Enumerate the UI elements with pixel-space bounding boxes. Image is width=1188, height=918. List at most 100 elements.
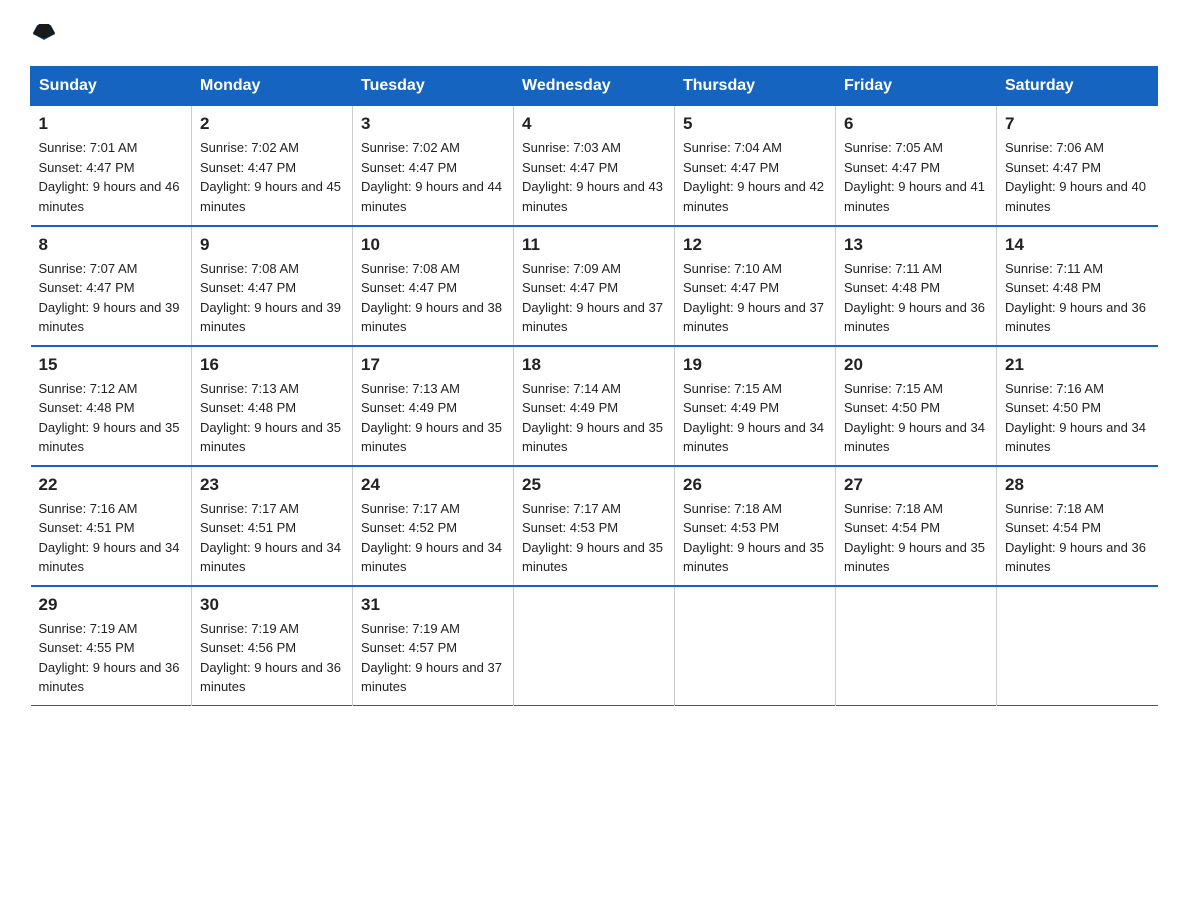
calendar-cell: 27 Sunrise: 7:18 AMSunset: 4:54 PMDaylig… [836, 466, 997, 586]
calendar-cell: 16 Sunrise: 7:13 AMSunset: 4:48 PMDaylig… [192, 346, 353, 466]
day-number: 5 [683, 114, 827, 134]
day-info: Sunrise: 7:03 AMSunset: 4:47 PMDaylight:… [522, 138, 666, 216]
calendar-cell: 8 Sunrise: 7:07 AMSunset: 4:47 PMDayligh… [31, 226, 192, 346]
day-number: 28 [1005, 475, 1150, 495]
calendar-cell: 12 Sunrise: 7:10 AMSunset: 4:47 PMDaylig… [675, 226, 836, 346]
day-info: Sunrise: 7:18 AMSunset: 4:54 PMDaylight:… [844, 499, 988, 577]
day-info: Sunrise: 7:13 AMSunset: 4:48 PMDaylight:… [200, 379, 344, 457]
calendar-cell: 22 Sunrise: 7:16 AMSunset: 4:51 PMDaylig… [31, 466, 192, 586]
day-info: Sunrise: 7:11 AMSunset: 4:48 PMDaylight:… [1005, 259, 1150, 337]
day-info: Sunrise: 7:16 AMSunset: 4:51 PMDaylight:… [39, 499, 184, 577]
day-info: Sunrise: 7:12 AMSunset: 4:48 PMDaylight:… [39, 379, 184, 457]
calendar-header: Sunday Monday Tuesday Wednesday Thursday… [31, 67, 1158, 106]
day-info: Sunrise: 7:15 AMSunset: 4:50 PMDaylight:… [844, 379, 988, 457]
day-number: 30 [200, 595, 344, 615]
calendar-cell: 11 Sunrise: 7:09 AMSunset: 4:47 PMDaylig… [514, 226, 675, 346]
col-sunday: Sunday [31, 67, 192, 106]
day-number: 26 [683, 475, 827, 495]
day-info: Sunrise: 7:18 AMSunset: 4:53 PMDaylight:… [683, 499, 827, 577]
calendar-cell: 23 Sunrise: 7:17 AMSunset: 4:51 PMDaylig… [192, 466, 353, 586]
day-number: 1 [39, 114, 184, 134]
calendar-cell: 10 Sunrise: 7:08 AMSunset: 4:47 PMDaylig… [353, 226, 514, 346]
col-tuesday: Tuesday [353, 67, 514, 106]
day-info: Sunrise: 7:13 AMSunset: 4:49 PMDaylight:… [361, 379, 505, 457]
day-info: Sunrise: 7:06 AMSunset: 4:47 PMDaylight:… [1005, 138, 1150, 216]
day-info: Sunrise: 7:15 AMSunset: 4:49 PMDaylight:… [683, 379, 827, 457]
day-number: 18 [522, 355, 666, 375]
calendar-cell [997, 586, 1158, 706]
calendar-cell: 9 Sunrise: 7:08 AMSunset: 4:47 PMDayligh… [192, 226, 353, 346]
logo [30, 20, 55, 46]
calendar-table: Sunday Monday Tuesday Wednesday Thursday… [30, 66, 1158, 706]
calendar-cell: 24 Sunrise: 7:17 AMSunset: 4:52 PMDaylig… [353, 466, 514, 586]
calendar-cell: 19 Sunrise: 7:15 AMSunset: 4:49 PMDaylig… [675, 346, 836, 466]
day-number: 17 [361, 355, 505, 375]
day-info: Sunrise: 7:02 AMSunset: 4:47 PMDaylight:… [200, 138, 344, 216]
calendar-cell: 13 Sunrise: 7:11 AMSunset: 4:48 PMDaylig… [836, 226, 997, 346]
day-number: 6 [844, 114, 988, 134]
calendar-cell: 31 Sunrise: 7:19 AMSunset: 4:57 PMDaylig… [353, 586, 514, 706]
day-info: Sunrise: 7:17 AMSunset: 4:53 PMDaylight:… [522, 499, 666, 577]
calendar-week-2: 8 Sunrise: 7:07 AMSunset: 4:47 PMDayligh… [31, 226, 1158, 346]
day-info: Sunrise: 7:08 AMSunset: 4:47 PMDaylight:… [200, 259, 344, 337]
col-friday: Friday [836, 67, 997, 106]
col-wednesday: Wednesday [514, 67, 675, 106]
day-info: Sunrise: 7:04 AMSunset: 4:47 PMDaylight:… [683, 138, 827, 216]
calendar-cell: 25 Sunrise: 7:17 AMSunset: 4:53 PMDaylig… [514, 466, 675, 586]
day-number: 21 [1005, 355, 1150, 375]
calendar-cell [675, 586, 836, 706]
day-number: 7 [1005, 114, 1150, 134]
day-info: Sunrise: 7:19 AMSunset: 4:56 PMDaylight:… [200, 619, 344, 697]
day-info: Sunrise: 7:05 AMSunset: 4:47 PMDaylight:… [844, 138, 988, 216]
day-info: Sunrise: 7:17 AMSunset: 4:51 PMDaylight:… [200, 499, 344, 577]
day-info: Sunrise: 7:14 AMSunset: 4:49 PMDaylight:… [522, 379, 666, 457]
day-number: 9 [200, 235, 344, 255]
calendar-week-1: 1 Sunrise: 7:01 AMSunset: 4:47 PMDayligh… [31, 106, 1158, 226]
day-info: Sunrise: 7:19 AMSunset: 4:57 PMDaylight:… [361, 619, 505, 697]
header-row: Sunday Monday Tuesday Wednesday Thursday… [31, 67, 1158, 106]
day-number: 2 [200, 114, 344, 134]
calendar-cell: 14 Sunrise: 7:11 AMSunset: 4:48 PMDaylig… [997, 226, 1158, 346]
day-info: Sunrise: 7:01 AMSunset: 4:47 PMDaylight:… [39, 138, 184, 216]
calendar-cell: 26 Sunrise: 7:18 AMSunset: 4:53 PMDaylig… [675, 466, 836, 586]
day-number: 10 [361, 235, 505, 255]
col-thursday: Thursday [675, 67, 836, 106]
day-number: 14 [1005, 235, 1150, 255]
calendar-cell: 5 Sunrise: 7:04 AMSunset: 4:47 PMDayligh… [675, 106, 836, 226]
calendar-body: 1 Sunrise: 7:01 AMSunset: 4:47 PMDayligh… [31, 106, 1158, 706]
day-number: 13 [844, 235, 988, 255]
day-info: Sunrise: 7:09 AMSunset: 4:47 PMDaylight:… [522, 259, 666, 337]
day-number: 25 [522, 475, 666, 495]
calendar-cell: 28 Sunrise: 7:18 AMSunset: 4:54 PMDaylig… [997, 466, 1158, 586]
day-number: 15 [39, 355, 184, 375]
calendar-week-3: 15 Sunrise: 7:12 AMSunset: 4:48 PMDaylig… [31, 346, 1158, 466]
day-number: 27 [844, 475, 988, 495]
page-header [30, 20, 1158, 46]
day-number: 23 [200, 475, 344, 495]
calendar-cell: 7 Sunrise: 7:06 AMSunset: 4:47 PMDayligh… [997, 106, 1158, 226]
day-number: 12 [683, 235, 827, 255]
day-info: Sunrise: 7:17 AMSunset: 4:52 PMDaylight:… [361, 499, 505, 577]
day-number: 31 [361, 595, 505, 615]
day-info: Sunrise: 7:11 AMSunset: 4:48 PMDaylight:… [844, 259, 988, 337]
day-number: 8 [39, 235, 184, 255]
calendar-cell: 30 Sunrise: 7:19 AMSunset: 4:56 PMDaylig… [192, 586, 353, 706]
calendar-cell: 17 Sunrise: 7:13 AMSunset: 4:49 PMDaylig… [353, 346, 514, 466]
calendar-cell: 29 Sunrise: 7:19 AMSunset: 4:55 PMDaylig… [31, 586, 192, 706]
calendar-week-5: 29 Sunrise: 7:19 AMSunset: 4:55 PMDaylig… [31, 586, 1158, 706]
calendar-cell: 15 Sunrise: 7:12 AMSunset: 4:48 PMDaylig… [31, 346, 192, 466]
day-info: Sunrise: 7:08 AMSunset: 4:47 PMDaylight:… [361, 259, 505, 337]
day-number: 4 [522, 114, 666, 134]
day-info: Sunrise: 7:10 AMSunset: 4:47 PMDaylight:… [683, 259, 827, 337]
col-monday: Monday [192, 67, 353, 106]
day-number: 11 [522, 235, 666, 255]
logo-arrow-icon [33, 20, 55, 42]
day-info: Sunrise: 7:16 AMSunset: 4:50 PMDaylight:… [1005, 379, 1150, 457]
col-saturday: Saturday [997, 67, 1158, 106]
calendar-cell: 2 Sunrise: 7:02 AMSunset: 4:47 PMDayligh… [192, 106, 353, 226]
day-number: 16 [200, 355, 344, 375]
calendar-cell: 3 Sunrise: 7:02 AMSunset: 4:47 PMDayligh… [353, 106, 514, 226]
day-number: 29 [39, 595, 184, 615]
day-info: Sunrise: 7:07 AMSunset: 4:47 PMDaylight:… [39, 259, 184, 337]
calendar-cell: 6 Sunrise: 7:05 AMSunset: 4:47 PMDayligh… [836, 106, 997, 226]
